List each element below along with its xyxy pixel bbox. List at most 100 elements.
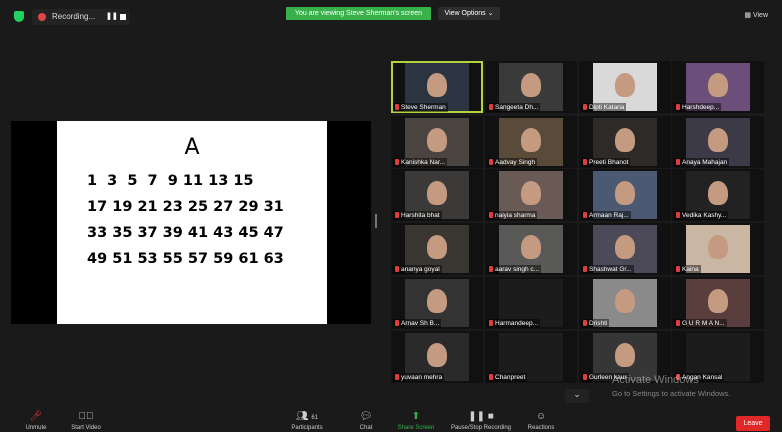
participant-name-text: Preeti Bhanot	[589, 159, 629, 166]
participant-name-text: Anaya Mahajan	[682, 159, 728, 166]
participant-silhouette	[427, 343, 447, 367]
participant-name-text: Vedika Kashy...	[682, 212, 727, 219]
participant-name-text: Arnav Sh B...	[401, 320, 440, 327]
participant-name-text: naiyia sharma	[495, 212, 536, 219]
participant-silhouette	[427, 73, 447, 97]
participant-tile[interactable]: Kaina	[672, 223, 764, 275]
participant-name-text: Harshdeep...	[682, 104, 720, 111]
participant-tile[interactable]: Vedika Kashy...	[672, 169, 764, 221]
participant-name-text: Sangeeta Dh...	[495, 104, 539, 111]
participant-name-text: Harshita bhat	[401, 212, 440, 219]
muted-mic-icon	[583, 212, 587, 218]
meeting-toolbar: 🎤︎ Unmute ▭⃠ Start Video 👥︎ 61 Participa…	[0, 408, 782, 432]
participant-tile[interactable]: Dipti Kataria	[579, 61, 671, 113]
participant-name-text: yuvaan mehra	[401, 374, 443, 381]
chat-button[interactable]: 💬︎ Chat	[354, 408, 378, 432]
participant-name: Armaan Raj...	[581, 211, 631, 220]
participant-silhouette	[708, 73, 728, 97]
participant-tile[interactable]: naiyia sharma	[485, 169, 577, 221]
pause-stop-label: Pause/Stop Recording	[450, 425, 512, 431]
muted-mic-icon	[489, 159, 493, 165]
participant-tile[interactable]: Armaan Raj...	[579, 169, 671, 221]
participant-tile[interactable]: G U R M A N...	[672, 277, 764, 329]
share-screen-button[interactable]: ⬆ Share Screen	[394, 408, 438, 432]
chevron-down-icon[interactable]: ⌄	[565, 389, 589, 403]
participant-silhouette	[708, 289, 728, 313]
participant-name: naiyia sharma	[487, 211, 538, 220]
participant-name: Anaya Mahajan	[674, 158, 730, 167]
recording-label: Recording...	[52, 12, 96, 21]
zoom-meeting-window: Recording... ❚❚ You are viewing Steve Sh…	[0, 0, 782, 432]
participant-name: Kaina	[674, 265, 701, 274]
participant-name: Vedika Kashy...	[674, 211, 729, 220]
pause-stop-recording-button[interactable]: ❚❚ ■ Pause/Stop Recording	[446, 408, 516, 432]
participant-name-text: ananya goyal	[401, 266, 440, 273]
participant-silhouette	[427, 235, 447, 259]
participant-tile[interactable]: ananya goyal	[391, 223, 483, 275]
reactions-button[interactable]: ☺ Reactions	[524, 408, 558, 432]
participant-tile[interactable]: aarav singh c...	[485, 223, 577, 275]
leave-button[interactable]: Leave	[736, 416, 770, 431]
participant-tile[interactable]: Harmandeep...	[485, 277, 577, 329]
participant-name-text: Shashwat Gr...	[589, 266, 632, 273]
participant-name: Kanishka Nar...	[393, 158, 448, 167]
participants-button[interactable]: 👥︎ 61 Participants	[286, 408, 328, 432]
pause-recording-icon[interactable]: ❚❚	[106, 12, 118, 20]
participant-silhouette	[708, 235, 728, 259]
muted-mic-icon	[583, 374, 587, 380]
participant-name-text: Aadvay Singh	[495, 159, 536, 166]
unmute-button[interactable]: 🎤︎ Unmute	[18, 408, 54, 432]
muted-mic-icon	[676, 104, 680, 110]
shared-slide: A 1 3 5 7 9 11 13 15 17 19 21 23 25 27 2…	[57, 121, 327, 324]
participant-name: Sangeeta Dh...	[487, 103, 541, 112]
participant-silhouette	[521, 235, 541, 259]
participant-tile[interactable]: Aadvay Singh	[485, 116, 577, 168]
participant-silhouette	[615, 128, 635, 152]
participant-tile[interactable]: Harshita bhat	[391, 169, 483, 221]
participant-tile[interactable]: Kanishka Nar...	[391, 116, 483, 168]
participant-name: Steve Sherman	[393, 103, 448, 112]
participant-tile[interactable]: Harshdeep...	[672, 61, 764, 113]
participant-tile[interactable]: Sangeeta Dh...	[485, 61, 577, 113]
muted-mic-icon	[489, 212, 493, 218]
participant-name: Shashwat Gr...	[581, 265, 634, 274]
participant-tile[interactable]: Arnav Sh B...	[391, 277, 483, 329]
video-off-icon: ▭⃠	[78, 411, 94, 422]
participant-name: G U R M A N...	[674, 319, 727, 328]
activate-windows-hint: Go to Settings to activate Windows.	[612, 389, 731, 398]
participant-name-text: Harmandeep...	[495, 320, 538, 327]
view-options-button[interactable]: View Options ⌄	[438, 7, 500, 20]
top-bar: Recording... ❚❚ You are viewing Steve Sh…	[0, 0, 782, 28]
share-screen-label: Share Screen	[397, 425, 435, 431]
muted-mic-icon	[395, 320, 399, 326]
participant-silhouette	[708, 128, 728, 152]
participant-tile[interactable]: Preeti Bhanot	[579, 116, 671, 168]
security-shield-icon[interactable]	[14, 11, 24, 22]
participant-silhouette	[521, 128, 541, 152]
muted-mic-icon	[676, 212, 680, 218]
participant-tile[interactable]: Steve Sherman	[391, 61, 483, 113]
slide-title: A	[184, 135, 200, 160]
participant-name-text: Armaan Raj...	[589, 212, 629, 219]
muted-mic-icon	[489, 320, 493, 326]
participant-name: Dipti Kataria	[581, 103, 627, 112]
participant-tile[interactable]: Anaya Mahajan	[672, 116, 764, 168]
participant-tile[interactable]: Shashwat Gr...	[579, 223, 671, 275]
participant-tile[interactable]: yuvaan mehra	[391, 331, 483, 383]
participant-tile[interactable]: Chanpreet	[485, 331, 577, 383]
view-layout-button[interactable]: ▦ View	[744, 11, 768, 19]
start-video-label: Start Video	[71, 425, 101, 431]
panel-splitter-handle[interactable]	[375, 214, 377, 228]
start-video-button[interactable]: ▭⃠ Start Video	[64, 408, 108, 432]
reactions-label: Reactions	[527, 425, 555, 431]
participant-silhouette	[521, 181, 541, 205]
participant-silhouette	[521, 73, 541, 97]
participant-tile[interactable]: Drishti	[579, 277, 671, 329]
muted-mic-icon	[395, 159, 399, 165]
participant-silhouette	[427, 181, 447, 205]
share-screen-icon: ⬆	[411, 411, 421, 422]
recording-indicator: Recording... ❚❚	[32, 9, 130, 25]
stop-recording-icon[interactable]	[120, 14, 126, 20]
microphone-muted-icon: 🎤︎	[29, 411, 43, 422]
participant-name: Arnav Sh B...	[393, 319, 442, 328]
